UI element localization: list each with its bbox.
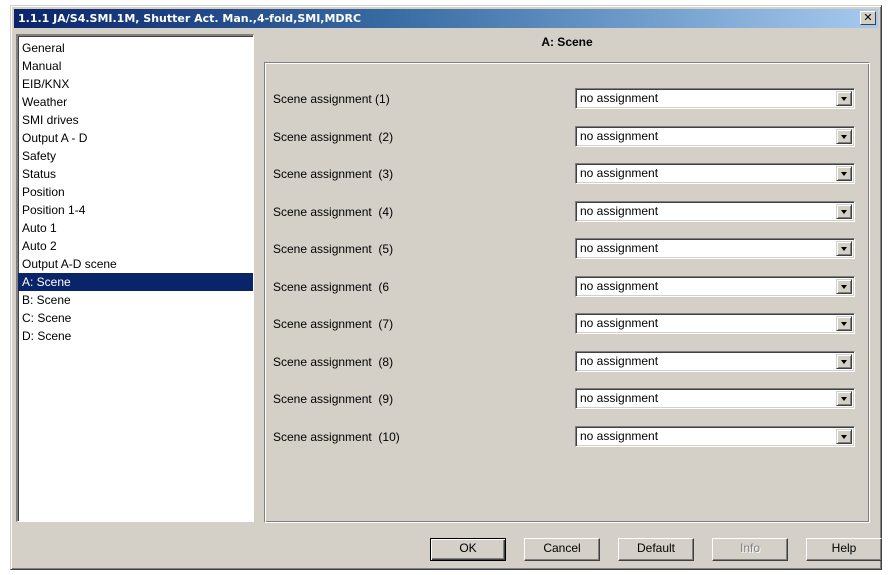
nav-item[interactable]: Position xyxy=(18,183,253,201)
dropdown-value: no assignment xyxy=(580,278,659,293)
dropdown-value: no assignment xyxy=(580,203,659,218)
dropdown-value: no assignment xyxy=(580,316,659,330)
setting-row: Scene assignment (3) no assignment xyxy=(265,163,869,185)
close-icon[interactable]: ✕ xyxy=(860,11,876,25)
setting-row: Scene assignment (4) no assignment xyxy=(265,200,869,223)
dropdown-value: no assignment xyxy=(580,241,659,255)
scene-assignment-dropdown[interactable]: no assignment xyxy=(575,425,855,447)
dropdown-value: no assignment xyxy=(580,128,659,143)
triangle-down-icon xyxy=(841,134,847,139)
nav-item[interactable]: C: Scene xyxy=(18,309,253,327)
nav-item[interactable]: Weather xyxy=(18,93,253,111)
info-button: Info xyxy=(712,538,788,561)
settings-panel: Scene assignment (1) no assignment Scene a… xyxy=(264,62,870,523)
scene-assignment-dropdown[interactable]: no assignment xyxy=(575,350,855,372)
setting-label: Scene assignment (5) xyxy=(273,242,394,256)
nav-item[interactable]: General xyxy=(18,39,253,57)
setting-row: Scene assignment (2) no assignment xyxy=(265,125,869,148)
dropdown-arrow-icon[interactable] xyxy=(836,128,852,144)
setting-label: Scene assignment (3) xyxy=(273,167,394,181)
setting-row: Scene assignment (6 no assignment xyxy=(265,275,869,298)
nav-item[interactable]: Output A - D xyxy=(18,129,253,147)
triangle-down-icon xyxy=(841,359,847,364)
nav-item[interactable]: Auto 1 xyxy=(18,219,253,237)
dropdown-value: no assignment xyxy=(580,391,659,405)
triangle-down-icon xyxy=(841,397,847,401)
scene-assignment-dropdown[interactable]: no assignment xyxy=(575,388,855,409)
scene-assignment-dropdown[interactable]: no assignment xyxy=(575,88,855,109)
setting-label: Scene assignment (4) xyxy=(273,204,394,219)
nav-item[interactable]: Manual xyxy=(18,57,253,75)
help-button[interactable]: Help xyxy=(806,538,882,561)
nav-item[interactable]: Auto 2 xyxy=(18,237,253,255)
dropdown-value: no assignment xyxy=(580,91,659,105)
setting-row: Scene assignment (7) no assignment xyxy=(265,313,869,335)
scene-assignment-dropdown[interactable]: no assignment xyxy=(575,313,855,334)
nav-item[interactable]: EIB/KNX xyxy=(18,75,253,93)
dropdown-value: no assignment xyxy=(580,353,659,368)
setting-label: Scene assignment (7) xyxy=(273,317,394,331)
dropdown-arrow-icon[interactable] xyxy=(836,316,852,331)
dropdown-arrow-icon[interactable] xyxy=(836,391,852,406)
triangle-down-icon xyxy=(841,434,847,439)
nav-item[interactable]: Output A-D scene xyxy=(18,255,253,273)
title-bar[interactable]: 1.1.1 JA/S4.SMI.1M, Shutter Act. Man.,4-… xyxy=(14,9,878,28)
triangle-down-icon xyxy=(841,97,847,101)
parameter-page-list[interactable]: General Manual EIB/KNX Weather SMI drives Out… xyxy=(16,34,254,522)
dropdown-arrow-icon[interactable] xyxy=(836,166,852,181)
dropdown-arrow-icon[interactable] xyxy=(836,428,852,444)
triangle-down-icon xyxy=(841,322,847,326)
setting-row: Scene assignment (8) no assignment xyxy=(265,350,869,373)
nav-item[interactable]: Safety xyxy=(18,147,253,165)
triangle-down-icon xyxy=(841,284,847,289)
scene-assignment-dropdown[interactable]: no assignment xyxy=(575,163,855,184)
setting-row: Scene assignment (1) no assignment xyxy=(265,88,869,110)
page-title: A: Scene xyxy=(541,35,593,49)
setting-label: Scene assignment (1) xyxy=(273,92,390,106)
default-button[interactable]: Default xyxy=(618,538,694,561)
scene-assignment-dropdown[interactable]: no assignment xyxy=(575,125,855,147)
setting-label: Scene assignment (9) xyxy=(273,392,394,406)
nav-item[interactable]: Status xyxy=(18,165,253,183)
dropdown-arrow-icon[interactable] xyxy=(836,91,852,106)
nav-item[interactable]: A: Scene xyxy=(18,273,253,291)
nav-item[interactable]: Position 1-4 xyxy=(18,201,253,219)
dropdown-arrow-icon[interactable] xyxy=(836,203,852,219)
window-title: 1.1.1 JA/S4.SMI.1M, Shutter Act. Man.,4-… xyxy=(18,12,362,25)
triangle-down-icon xyxy=(841,172,847,176)
setting-label: Scene assignment (10) xyxy=(273,429,400,444)
nav-item[interactable]: D: Scene xyxy=(18,327,253,345)
setting-label: Scene assignment (6 xyxy=(273,279,390,294)
scene-assignment-dropdown[interactable]: no assignment xyxy=(575,200,855,222)
triangle-down-icon xyxy=(841,247,847,251)
nav-item[interactable]: B: Scene xyxy=(18,291,253,309)
scene-assignment-dropdown[interactable]: no assignment xyxy=(575,238,855,259)
setting-label: Scene assignment (2) xyxy=(273,129,394,144)
dropdown-value: no assignment xyxy=(580,428,659,443)
nav-item[interactable]: SMI drives xyxy=(18,111,253,129)
dropdown-arrow-icon[interactable] xyxy=(836,353,852,369)
setting-label: Scene assignment (8) xyxy=(273,354,394,369)
cancel-button[interactable]: Cancel xyxy=(524,538,600,561)
triangle-down-icon xyxy=(841,209,847,214)
setting-row: Scene assignment (5) no assignment xyxy=(265,238,869,260)
setting-row: Scene assignment (9) no assignment xyxy=(265,388,869,410)
setting-row: Scene assignment (10) no assignment xyxy=(265,425,869,448)
ok-button[interactable]: OK xyxy=(430,538,506,561)
dropdown-arrow-icon[interactable] xyxy=(836,278,852,294)
scene-assignment-dropdown[interactable]: no assignment xyxy=(575,275,855,297)
dropdown-value: no assignment xyxy=(580,166,659,180)
dropdown-arrow-icon[interactable] xyxy=(836,241,852,256)
